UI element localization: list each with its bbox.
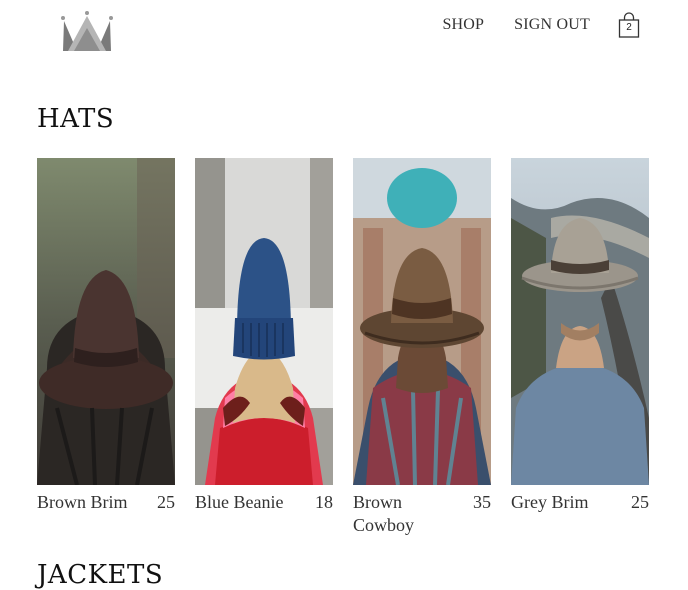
- product-name: Brown Brim: [37, 492, 128, 512]
- product-card[interactable]: Brown Cowboy 35: [353, 158, 491, 537]
- product-image[interactable]: [511, 158, 649, 485]
- product-card[interactable]: Brown Brim 25: [37, 158, 175, 537]
- product-price: 25: [631, 492, 649, 512]
- cart-item-count: 2: [626, 22, 632, 33]
- product-card[interactable]: Blue Beanie 18: [195, 158, 333, 537]
- crown-logo-icon[interactable]: [60, 10, 114, 52]
- product-image[interactable]: [195, 158, 333, 485]
- nav-sign-out-link[interactable]: SIGN OUT: [514, 16, 590, 34]
- header-nav: SHOP SIGN OUT 2: [412, 12, 640, 38]
- product-price: 35: [473, 492, 491, 512]
- product-name: Grey Brim: [511, 492, 589, 512]
- section-title-jackets[interactable]: JACKETS: [37, 560, 163, 590]
- product-image[interactable]: [37, 158, 175, 485]
- product-price: 18: [315, 492, 333, 512]
- product-price: 25: [157, 492, 175, 512]
- product-name: Blue Beanie: [195, 492, 284, 512]
- product-card[interactable]: Grey Brim 25: [511, 158, 649, 537]
- section-title-hats[interactable]: HATS: [37, 104, 114, 134]
- product-name: Brown Cowboy: [353, 492, 415, 535]
- hats-product-grid: Brown Brim 25 Blue Beanie 18 Brown Cowbo…: [37, 158, 649, 537]
- nav-shop-link[interactable]: SHOP: [442, 16, 484, 34]
- product-image[interactable]: [353, 158, 491, 485]
- shopping-bag-icon[interactable]: 2: [618, 12, 640, 38]
